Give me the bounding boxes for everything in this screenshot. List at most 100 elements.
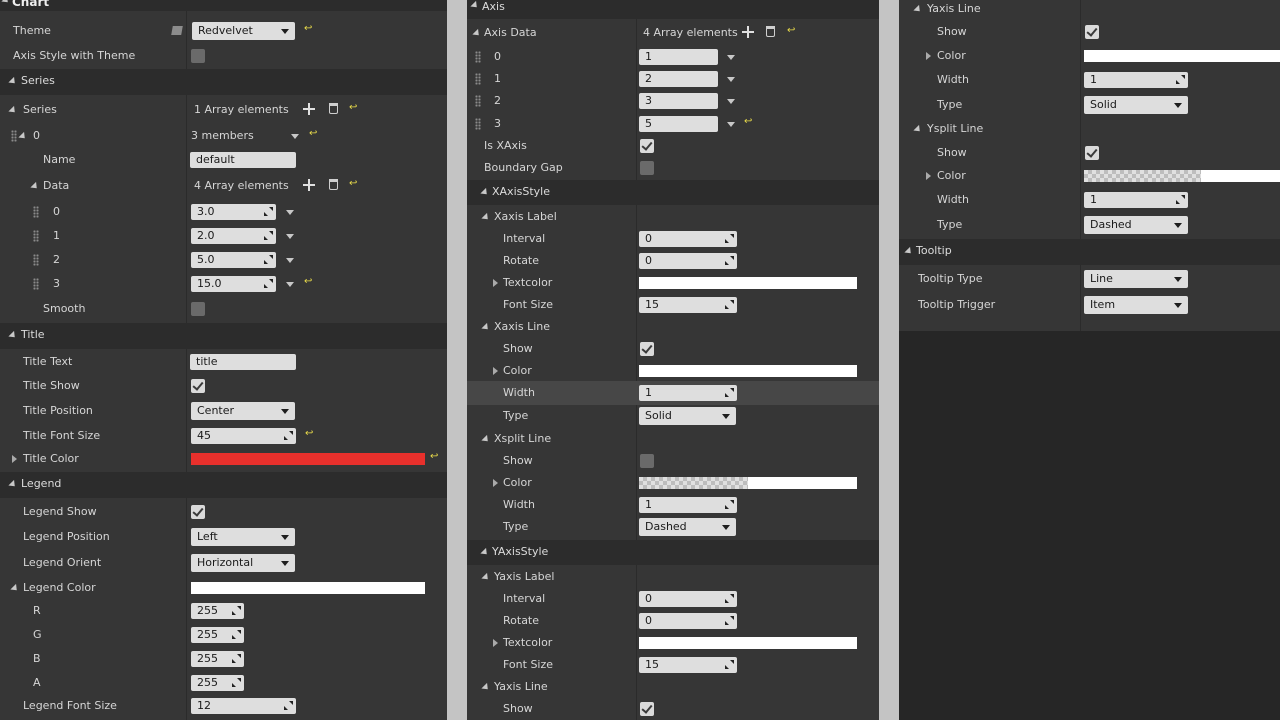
type-dropdown[interactable]: Dashed: [1084, 216, 1188, 234]
spin-arrows-icon[interactable]: [284, 701, 293, 710]
drag-handle-icon[interactable]: [475, 118, 481, 130]
item-options-arrow-icon[interactable]: [727, 77, 735, 82]
data-value-field[interactable]: 3.0: [191, 204, 276, 220]
collapse-arrow-icon[interactable]: [481, 212, 491, 223]
drag-handle-icon[interactable]: [475, 95, 481, 107]
spin-arrows-icon[interactable]: [284, 431, 293, 440]
item-options-arrow-icon[interactable]: [286, 258, 294, 263]
show-checkbox[interactable]: [640, 342, 654, 356]
width-field[interactable]: 1: [639, 497, 737, 513]
spin-arrows-icon[interactable]: [725, 388, 734, 397]
item-options-arrow-icon[interactable]: [286, 282, 294, 287]
series-name-field[interactable]: default: [190, 152, 296, 168]
reset-to-default-icon[interactable]: [304, 25, 312, 33]
chart-section-header[interactable]: Chart: [0, 0, 447, 11]
data-value-field[interactable]: 15.0: [191, 276, 276, 292]
axis-style-checkbox[interactable]: [191, 49, 205, 63]
data-value-field[interactable]: 2.0: [191, 228, 276, 244]
spin-arrows-icon[interactable]: [725, 616, 734, 625]
xaxis-style-section-header[interactable]: XAxisStyle: [467, 180, 879, 205]
tooltip-trigger-dropdown[interactable]: Item: [1084, 296, 1188, 314]
collapse-arrow-icon[interactable]: [481, 322, 491, 333]
expand-arrow-icon[interactable]: [12, 455, 17, 463]
collapse-arrow-icon[interactable]: [913, 124, 923, 135]
collapse-arrow-icon[interactable]: [8, 330, 18, 341]
collapse-arrow-icon[interactable]: [481, 572, 491, 583]
show-checkbox[interactable]: [1085, 146, 1099, 160]
collapse-arrow-icon[interactable]: [470, 0, 480, 11]
title-text-field[interactable]: title: [190, 354, 296, 370]
legend-section-header[interactable]: Legend: [0, 472, 447, 498]
tooltip-type-dropdown[interactable]: Line: [1084, 270, 1188, 288]
clear-elements-icon[interactable]: [329, 179, 338, 190]
title-section-header[interactable]: Title: [0, 323, 447, 349]
reset-to-default-icon[interactable]: [787, 27, 795, 35]
spin-arrows-icon[interactable]: [232, 606, 241, 615]
spin-arrows-icon[interactable]: [725, 256, 734, 265]
item-options-arrow-icon[interactable]: [727, 122, 735, 127]
title-color-swatch[interactable]: [191, 453, 425, 465]
show-checkbox[interactable]: [640, 454, 654, 468]
spin-arrows-icon[interactable]: [232, 678, 241, 687]
add-element-icon[interactable]: [303, 179, 315, 191]
is-xaxis-checkbox[interactable]: [640, 139, 654, 153]
item-options-arrow-icon[interactable]: [286, 234, 294, 239]
textcolor-swatch[interactable]: [639, 277, 857, 289]
collapse-arrow-icon[interactable]: [8, 76, 18, 87]
theme-lock-icon[interactable]: [171, 26, 183, 35]
channel-value-field[interactable]: 255: [191, 675, 244, 691]
clear-elements-icon[interactable]: [329, 103, 338, 114]
reset-to-default-icon[interactable]: [305, 430, 313, 438]
reset-to-default-icon[interactable]: [349, 180, 357, 188]
legend-font-size-field[interactable]: 12: [191, 698, 296, 714]
show-checkbox[interactable]: [640, 702, 654, 716]
reset-to-default-icon[interactable]: [349, 104, 357, 112]
data-value-field[interactable]: 5.0: [191, 252, 276, 268]
expand-arrow-icon[interactable]: [493, 279, 498, 287]
spin-arrows-icon[interactable]: [725, 594, 734, 603]
expand-arrow-icon[interactable]: [926, 172, 931, 180]
expand-arrow-icon[interactable]: [926, 52, 931, 60]
legend-color-swatch[interactable]: [191, 582, 425, 594]
collapse-arrow-icon[interactable]: [18, 131, 28, 142]
axis-section-header[interactable]: Axis: [467, 0, 879, 19]
type-dropdown[interactable]: Dashed: [639, 518, 736, 536]
spin-arrows-icon[interactable]: [725, 300, 734, 309]
spin-arrows-icon[interactable]: [725, 234, 734, 243]
add-element-icon[interactable]: [742, 26, 754, 38]
collapse-arrow-icon[interactable]: [904, 246, 914, 257]
collapse-arrow-icon[interactable]: [480, 187, 490, 198]
spin-arrows-icon[interactable]: [232, 630, 241, 639]
collapse-arrow-icon[interactable]: [913, 4, 923, 15]
color-swatch[interactable]: [639, 365, 857, 377]
item-options-arrow-icon[interactable]: [291, 134, 299, 139]
legend-position-dropdown[interactable]: Left: [191, 528, 295, 546]
spin-arrows-icon[interactable]: [725, 500, 734, 509]
clear-elements-icon[interactable]: [766, 26, 775, 37]
smooth-checkbox[interactable]: [191, 302, 205, 316]
drag-handle-icon[interactable]: [33, 278, 39, 290]
width-field[interactable]: 1: [1084, 192, 1188, 208]
drag-handle-icon[interactable]: [33, 254, 39, 266]
color-swatch[interactable]: [1084, 50, 1280, 62]
expand-arrow-icon[interactable]: [493, 639, 498, 647]
legend-orient-dropdown[interactable]: Horizontal: [191, 554, 295, 572]
drag-handle-icon[interactable]: [11, 130, 17, 142]
item-options-arrow-icon[interactable]: [727, 99, 735, 104]
channel-value-field[interactable]: 255: [191, 603, 244, 619]
rotate-field[interactable]: 0: [639, 253, 737, 269]
drag-handle-icon[interactable]: [33, 230, 39, 242]
series-section-header[interactable]: Series: [0, 69, 447, 95]
item-options-arrow-icon[interactable]: [727, 55, 735, 60]
collapse-arrow-icon[interactable]: [30, 181, 40, 192]
theme-dropdown[interactable]: Redvelvet: [192, 22, 295, 40]
spin-arrows-icon[interactable]: [264, 207, 273, 216]
boundary-gap-checkbox[interactable]: [640, 161, 654, 175]
drag-handle-icon[interactable]: [33, 206, 39, 218]
rotate-field[interactable]: 0: [639, 613, 737, 629]
collapse-arrow-icon[interactable]: [1, 0, 11, 6]
spin-arrows-icon[interactable]: [1176, 75, 1185, 84]
legend-show-checkbox[interactable]: [191, 505, 205, 519]
axis-value-field[interactable]: 1: [639, 49, 718, 65]
collapse-arrow-icon[interactable]: [480, 547, 490, 558]
